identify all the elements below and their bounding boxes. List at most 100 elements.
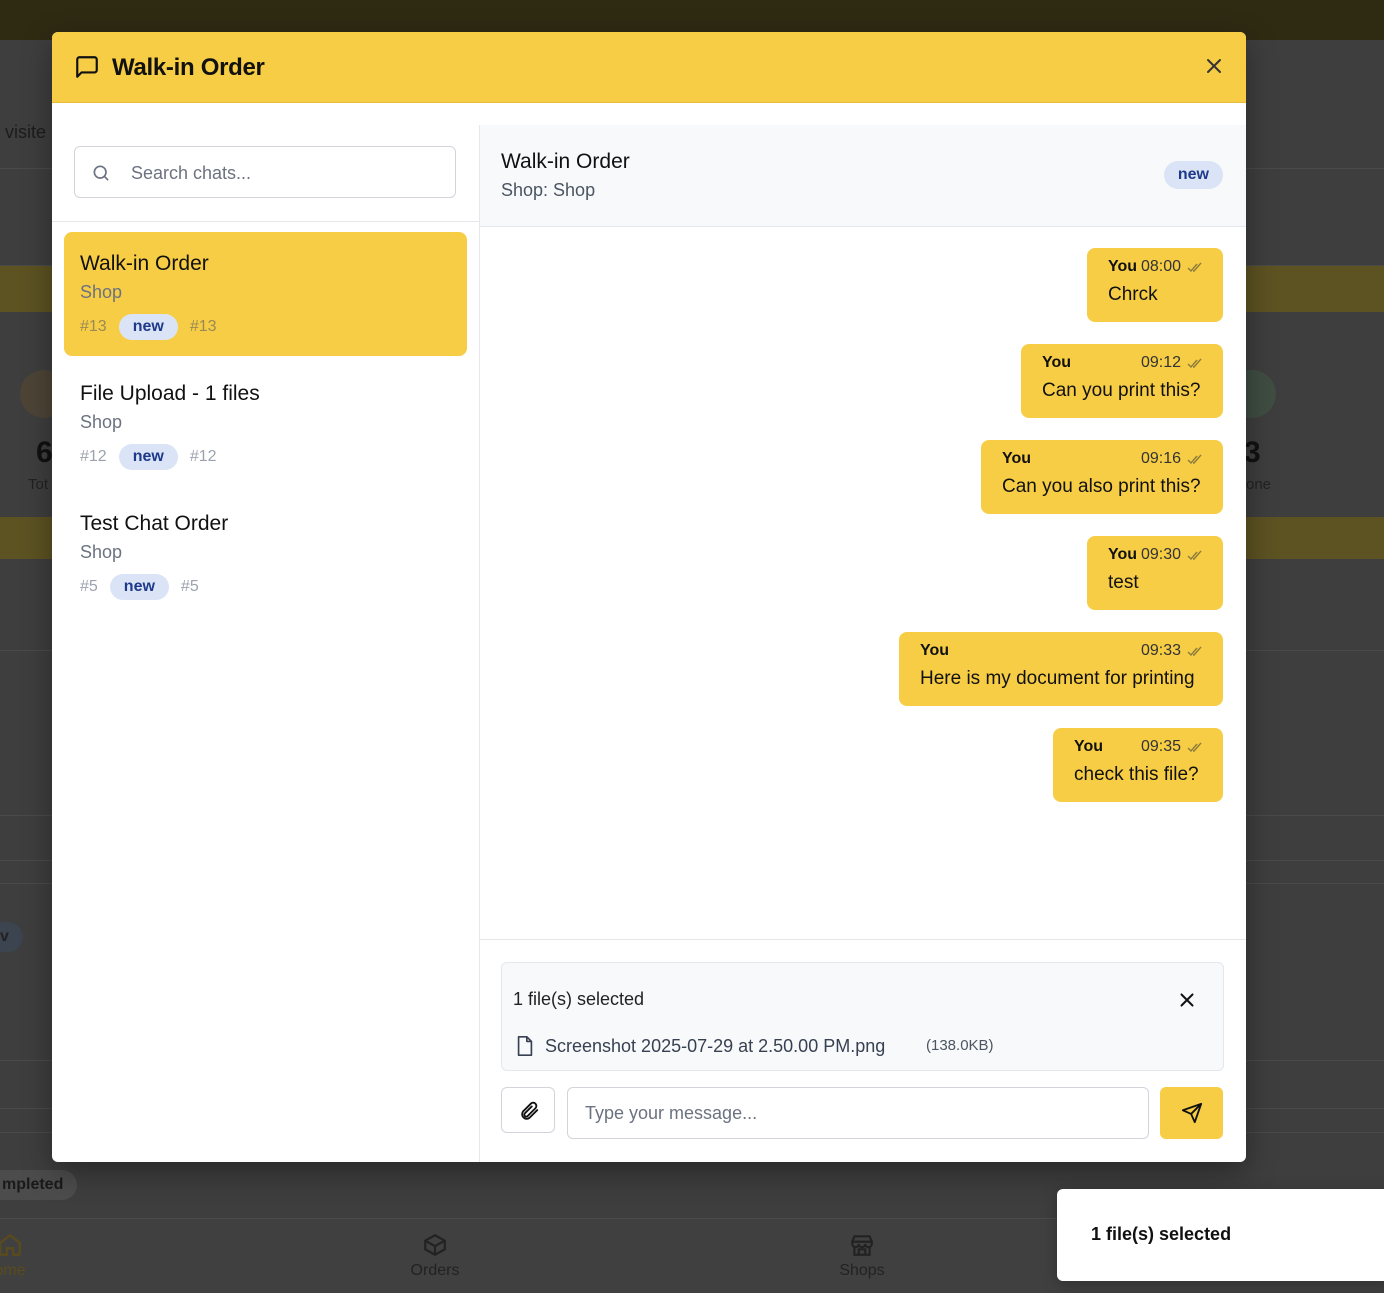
file-name: Screenshot 2025-07-29 at 2.50.00 PM.png — [545, 1036, 886, 1056]
toast-text: 1 file(s) selected — [1091, 1224, 1232, 1244]
message-time: 09:30 — [1140, 546, 1181, 563]
bg-stat-done-value: 3 — [1244, 436, 1261, 469]
send-icon — [1181, 1102, 1203, 1124]
status-badge: new — [118, 314, 178, 340]
file-icon — [517, 1036, 533, 1056]
chat-subtitle: Shop: Shop — [501, 180, 596, 200]
chat-item-shop: Shop — [80, 542, 123, 562]
chat-list-item[interactable]: Test Chat Order Shop #5 new #5 — [64, 492, 467, 616]
double-check-icon — [1187, 742, 1202, 753]
message-composer: 1 file(s) selected Screenshot 2025-07-29… — [480, 939, 1246, 1162]
bg-visited-text: r visite — [0, 122, 47, 142]
chat-header: Walk-in Order Shop: Shop new — [480, 125, 1246, 227]
chat-item-meta: #13 new #13 — [80, 314, 217, 340]
chat-item-title: Walk-in Order — [80, 252, 209, 275]
message-bubble: You 09:12 Can you print this? — [1021, 344, 1223, 418]
nav-home-label: ome — [0, 1262, 26, 1279]
store-icon — [851, 1235, 873, 1256]
selected-files-panel: 1 file(s) selected Screenshot 2025-07-29… — [501, 962, 1224, 1071]
chat-list-sidebar: Walk-in Order Shop #13 new #13 File Uplo… — [52, 125, 480, 1162]
double-check-icon — [1187, 550, 1202, 561]
nav-home[interactable]: ome — [0, 1232, 60, 1280]
attach-file-button[interactable] — [501, 1087, 555, 1133]
files-selected-label: 1 file(s) selected — [513, 989, 645, 1009]
search-input[interactable] — [129, 157, 443, 189]
send-button[interactable] — [1160, 1087, 1223, 1139]
close-icon[interactable] — [1202, 54, 1226, 78]
toast-notification: 1 file(s) selected — [1057, 1189, 1384, 1281]
message-input[interactable] — [567, 1087, 1149, 1139]
nav-orders-label: Orders — [410, 1262, 460, 1279]
chat-item-order-number: #12 — [189, 448, 217, 465]
chat-item-number: #13 — [80, 318, 107, 335]
chat-pane: Walk-in Order Shop: Shop new You 08:00 C… — [480, 125, 1246, 1162]
chat-item-meta: #5 new #5 — [80, 574, 199, 600]
double-check-icon — [1187, 454, 1202, 465]
message-bubble: You 09:30 test — [1087, 536, 1223, 610]
chat-item-number: #5 — [80, 578, 98, 595]
package-icon — [424, 1234, 446, 1256]
message-time-wrap: 09:35 — [1141, 738, 1203, 756]
message-bubble: You 09:33 Here is my document for printi… — [899, 632, 1223, 706]
message-time-wrap: 09:30 — [1141, 546, 1203, 564]
chat-item-meta: #12 new #12 — [80, 444, 217, 470]
nav-shops[interactable]: Shops — [812, 1232, 912, 1280]
message-text: Can you also print this? — [1002, 476, 1201, 497]
chat-item-shop: Shop — [80, 282, 123, 302]
bg-stat-total-value: 6 — [36, 436, 53, 469]
bg-status-pill: mpleted — [0, 1170, 78, 1200]
chat-title: Walk-in Order — [501, 150, 630, 173]
chat-modal: Walk-in Order Walk-in Order Shop #13 new… — [52, 32, 1246, 1162]
chat-item-order-number: #5 — [180, 578, 199, 595]
chat-item-title: File Upload - 1 files — [80, 382, 260, 405]
message-sender: You — [920, 642, 950, 659]
search-area — [52, 125, 479, 222]
clear-files-icon[interactable] — [1176, 989, 1198, 1011]
file-size: (138.0KB) — [926, 1037, 994, 1054]
status-badge: new — [118, 444, 178, 470]
message-sender: You — [1002, 450, 1032, 467]
bg-stat-total-label: Tot — [28, 476, 49, 493]
message-time-wrap: 09:16 — [1141, 450, 1203, 468]
double-check-icon — [1187, 646, 1202, 657]
message-text: Can you print this? — [1042, 380, 1201, 401]
message-time: 09:16 — [1140, 450, 1181, 467]
message-bubble: You 09:35 check this file? — [1053, 728, 1223, 802]
nav-orders[interactable]: Orders — [385, 1232, 485, 1280]
message-time: 09:12 — [1140, 354, 1181, 371]
message-time-wrap: 09:12 — [1141, 354, 1203, 372]
modal-header: Walk-in Order — [52, 32, 1246, 103]
paperclip-icon — [521, 1101, 539, 1120]
double-check-icon — [1187, 358, 1202, 369]
message-text: test — [1108, 572, 1139, 593]
message-time-wrap: 08:00 — [1141, 258, 1203, 276]
message-bubble: You 08:00 Chrck — [1087, 248, 1223, 322]
chat-list-item[interactable]: File Upload - 1 files Shop #12 new #12 — [64, 362, 467, 486]
message-text: check this file? — [1074, 764, 1199, 785]
nav-shops-label: Shops — [839, 1262, 885, 1279]
bg-stat-done-label: one — [1246, 476, 1272, 493]
status-badge: new — [109, 574, 169, 600]
chat-list-item[interactable]: Walk-in Order Shop #13 new #13 — [64, 232, 467, 356]
home-icon — [0, 1233, 21, 1256]
chat-item-title: Test Chat Order — [80, 512, 229, 535]
message-sender: You — [1042, 354, 1072, 371]
message-bubble: You 09:16 Can you also print this? — [981, 440, 1223, 514]
status-badge: new — [1163, 161, 1223, 189]
message-sender: You — [1108, 546, 1138, 563]
chat-item-number: #12 — [80, 448, 107, 465]
message-time: 08:00 — [1140, 258, 1181, 275]
search-box[interactable] — [74, 146, 456, 198]
message-sender: You — [1074, 738, 1104, 755]
message-time-wrap: 09:33 — [1141, 642, 1203, 660]
double-check-icon — [1187, 262, 1202, 273]
message-square-icon — [76, 56, 98, 78]
message-time: 09:33 — [1140, 642, 1181, 659]
message-time: 09:35 — [1140, 738, 1181, 755]
modal-title: Walk-in Order — [112, 54, 265, 81]
message-text: Chrck — [1108, 284, 1158, 305]
message-list: You 08:00 Chrck You 09:12 Can you print … — [480, 227, 1246, 939]
message-sender: You — [1108, 258, 1138, 275]
message-text: Here is my document for printing — [920, 668, 1195, 689]
chat-item-shop: Shop — [80, 412, 123, 432]
